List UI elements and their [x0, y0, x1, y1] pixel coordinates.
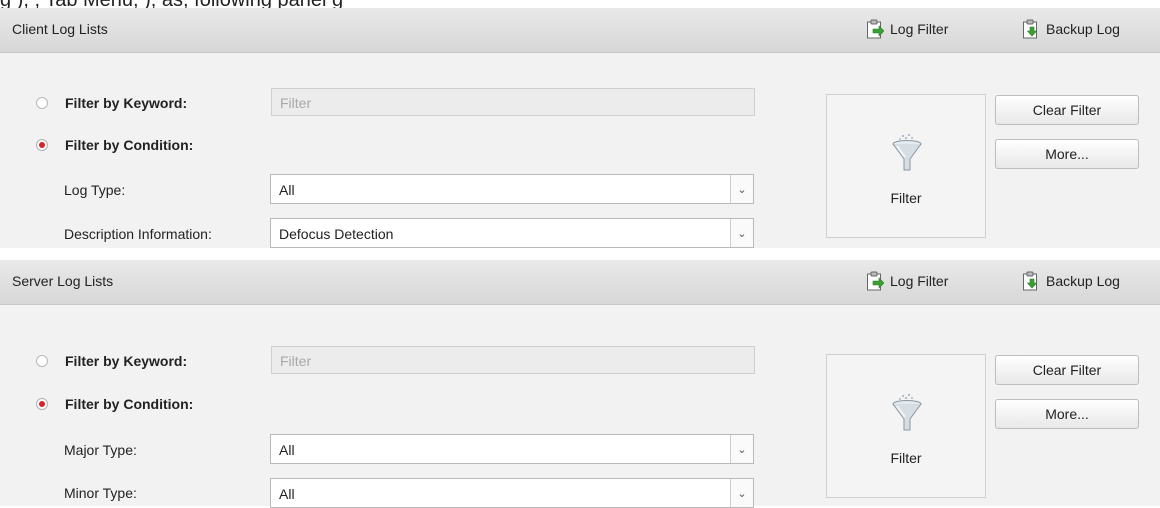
condition-option[interactable]: Filter by Condition: — [36, 396, 193, 412]
keyword-input[interactable]: Filter — [271, 88, 755, 116]
panel-header: Server Log Lists Log Filter Backup Log — [0, 260, 1160, 305]
backup-log-label: Backup Log — [1046, 21, 1120, 37]
log-filter-label: Log Filter — [890, 273, 949, 289]
server-log-panel: Server Log Lists Log Filter Backup Log F… — [0, 260, 1160, 508]
chevron-down-icon[interactable]: ⌄ — [730, 435, 753, 463]
keyword-option[interactable]: Filter by Keyword: — [36, 353, 187, 369]
clipboard-save-icon — [1023, 271, 1038, 291]
funnel-icon — [892, 134, 922, 171]
filter-label: Filter — [890, 450, 922, 466]
clear-filter-button[interactable]: Clear Filter — [995, 355, 1139, 385]
major-type-select[interactable]: All ⌄ — [270, 434, 754, 464]
minor-type-value: All — [279, 486, 295, 502]
funnel-icon — [892, 394, 922, 431]
chevron-down-icon[interactable]: ⌄ — [730, 175, 753, 203]
condition-option[interactable]: Filter by Condition: — [36, 137, 193, 153]
clipboard-arrow-icon — [867, 19, 884, 39]
filter-label: Filter — [890, 190, 922, 206]
chevron-down-icon[interactable]: ⌄ — [730, 479, 753, 507]
description-info-label: Description Information: — [64, 226, 212, 242]
log-type-select[interactable]: All ⌄ — [270, 174, 754, 204]
condition-label: Filter by Condition: — [65, 137, 194, 153]
backup-log-button[interactable]: Backup Log — [1022, 18, 1120, 40]
description-info-select[interactable]: Defocus Detection ⌄ — [270, 218, 754, 248]
keyword-radio[interactable] — [36, 97, 48, 109]
minor-type-select[interactable]: All ⌄ — [270, 478, 754, 508]
log-type-value: All — [279, 182, 295, 198]
minor-type-label: Minor Type: — [64, 485, 137, 501]
panel-title: Client Log Lists — [12, 21, 108, 37]
log-filter-button[interactable]: Log Filter — [866, 270, 948, 292]
log-filter-label: Log Filter — [890, 21, 949, 37]
more-button[interactable]: More... — [995, 399, 1139, 429]
log-type-label: Log Type: — [64, 182, 126, 198]
more-button[interactable]: More... — [995, 139, 1139, 169]
clear-filter-button[interactable]: Clear Filter — [995, 95, 1139, 125]
client-log-panel: Client Log Lists Log Filter Backup Log F… — [0, 8, 1160, 248]
major-type-label: Major Type: — [64, 442, 137, 458]
panel-header: Client Log Lists Log Filter Backup Log — [0, 8, 1160, 53]
log-filter-button[interactable]: Log Filter — [866, 18, 948, 40]
description-info-value: Defocus Detection — [279, 226, 394, 242]
clipboard-arrow-icon — [867, 271, 884, 291]
condition-radio[interactable] — [36, 139, 48, 151]
backup-log-button[interactable]: Backup Log — [1022, 270, 1120, 292]
keyword-input[interactable]: Filter — [271, 346, 755, 374]
keyword-label: Filter by Keyword: — [65, 95, 188, 111]
keyword-radio[interactable] — [36, 355, 48, 367]
backup-log-label: Backup Log — [1046, 273, 1120, 289]
chevron-down-icon[interactable]: ⌄ — [730, 219, 753, 247]
filter-button[interactable]: Filter — [826, 94, 986, 238]
filter-button[interactable]: Filter — [826, 354, 986, 498]
major-type-value: All — [279, 442, 295, 458]
condition-radio[interactable] — [36, 398, 48, 410]
panel-title: Server Log Lists — [12, 273, 114, 289]
keyword-label: Filter by Keyword: — [65, 353, 188, 369]
condition-label: Filter by Condition: — [65, 396, 194, 412]
keyword-option[interactable]: Filter by Keyword: — [36, 95, 187, 111]
clipboard-save-icon — [1023, 19, 1038, 39]
